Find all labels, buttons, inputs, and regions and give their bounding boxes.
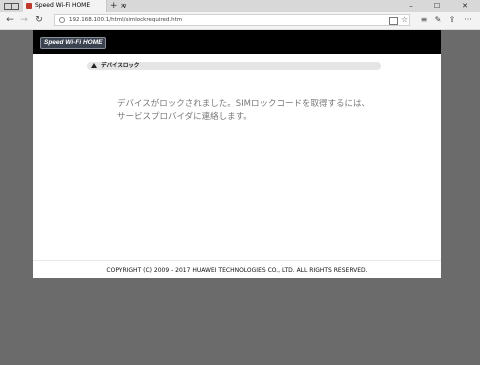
footer-divider (33, 260, 441, 261)
router-page: Speed Wi-Fi HOME デバイスロック デバイスがロックされました。S… (33, 30, 441, 278)
alert-title-bar: デバイスロック (87, 62, 381, 70)
browser-tab[interactable]: Speed Wi-Fi HOME × (23, 0, 126, 12)
maximize-button[interactable]: ☐ (424, 0, 450, 12)
browser-toolbar: ← → ↻ 192.168.100.1/html/simlockrequired… (0, 12, 480, 30)
share-icon[interactable]: ⇪ (446, 14, 458, 26)
new-tab-icon[interactable]: + (110, 0, 118, 12)
alert-message: デバイスがロックされました。SIMロックコードを取得するには、 サービスプロバイ… (117, 98, 377, 124)
hub-icon[interactable]: ≡ (418, 14, 430, 26)
site-favicon-icon (26, 3, 32, 9)
alert-title: デバイスロック (101, 63, 140, 69)
reading-view-icon[interactable] (389, 17, 398, 25)
speed-wifi-home-logo: Speed Wi-Fi HOME (40, 37, 107, 49)
refresh-icon[interactable]: ↻ (33, 14, 45, 26)
forward-arrow-icon[interactable]: → (18, 14, 30, 26)
alert-message-line: デバイスがロックされました。SIMロックコードを取得するには、 (117, 99, 370, 109)
browser-tab-bar: Speed Wi-Fi HOME × + ∨ – ☐ ✕ (0, 0, 480, 12)
web-notes-icon[interactable]: ✎ (432, 14, 444, 26)
address-bar[interactable]: 192.168.100.1/html/simlockrequired.htm ☆ (54, 14, 410, 26)
minimize-button[interactable]: – (398, 0, 424, 12)
tabs-aside-icon[interactable] (4, 1, 20, 11)
warning-icon (91, 63, 97, 68)
close-window-button[interactable]: ✕ (452, 0, 478, 12)
tab-title: Speed Wi-Fi HOME (35, 2, 91, 9)
back-arrow-icon[interactable]: ← (4, 14, 16, 26)
more-icon[interactable]: ··· (462, 14, 474, 26)
address-url[interactable]: 192.168.100.1/html/simlockrequired.htm (69, 15, 182, 25)
alert-message-line: サービスプロバイダに連絡します。 (117, 112, 252, 122)
site-info-icon[interactable] (59, 17, 65, 23)
copyright-footer: COPYRIGHT (C) 2009 - 2017 HUAWEI TECHNOL… (106, 267, 368, 274)
page-header: Speed Wi-Fi HOME (33, 30, 441, 54)
tab-list-chevron-icon[interactable]: ∨ (122, 1, 127, 11)
favorite-star-icon[interactable]: ☆ (401, 15, 408, 25)
